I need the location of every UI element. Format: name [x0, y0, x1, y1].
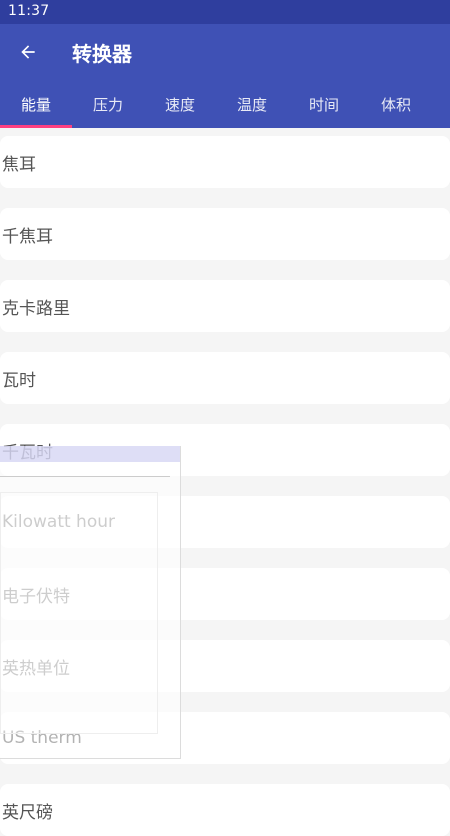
unit-label: 瓦时 — [2, 370, 36, 391]
unit-label: 千焦耳 — [2, 226, 53, 247]
unit-item-gram-calorie[interactable]: 克卡路里 — [0, 280, 450, 332]
unit-item-kilowatt-hour[interactable]: Kilowatt hour — [0, 496, 450, 548]
unit-label: 焦耳 — [2, 154, 36, 175]
unit-item-foot-pound[interactable]: 英尺磅 — [0, 784, 450, 836]
app-bar: 转换器 能量 压力 速度 温度 时间 体积 — [0, 24, 450, 128]
tab-energy[interactable]: 能量 — [0, 80, 72, 128]
overlay-divider — [0, 476, 170, 477]
unit-item-btu[interactable]: 英热单位 — [0, 640, 450, 692]
unit-label: 电子伏特 — [2, 586, 70, 607]
unit-label: 英热单位 — [2, 658, 70, 679]
tab-indicator — [0, 125, 72, 128]
tab-temperature[interactable]: 温度 — [216, 80, 288, 128]
unit-label: 克卡路里 — [2, 298, 70, 319]
tab-time[interactable]: 时间 — [288, 80, 360, 128]
tab-volume[interactable]: 体积 — [360, 80, 432, 128]
unit-item-joule[interactable]: 焦耳 — [0, 136, 450, 188]
page-title: 转换器 — [72, 42, 132, 66]
unit-label: 千瓦时 — [2, 442, 53, 463]
unit-item-watt-hour[interactable]: 瓦时 — [0, 352, 450, 404]
arrow-back-icon — [21, 45, 35, 59]
unit-item-us-therm[interactable]: US therm — [0, 712, 450, 764]
unit-label: Kilowatt hour — [2, 512, 115, 532]
tab-speed[interactable]: 速度 — [144, 80, 216, 128]
unit-label: 英尺磅 — [2, 802, 53, 823]
unit-item-kilojoule[interactable]: 千焦耳 — [0, 208, 450, 260]
unit-item-electron-volt[interactable]: 电子伏特 — [0, 568, 450, 620]
tab-bar: 能量 压力 速度 温度 时间 体积 — [0, 80, 450, 128]
back-button[interactable] — [12, 36, 44, 68]
unit-label: US therm — [2, 728, 82, 748]
status-time: 11:37 — [8, 3, 50, 19]
tab-pressure[interactable]: 压力 — [72, 80, 144, 128]
unit-item-kilowatt-hour-cn[interactable]: 千瓦时 — [0, 424, 450, 476]
status-bar: 11:37 — [0, 0, 450, 24]
